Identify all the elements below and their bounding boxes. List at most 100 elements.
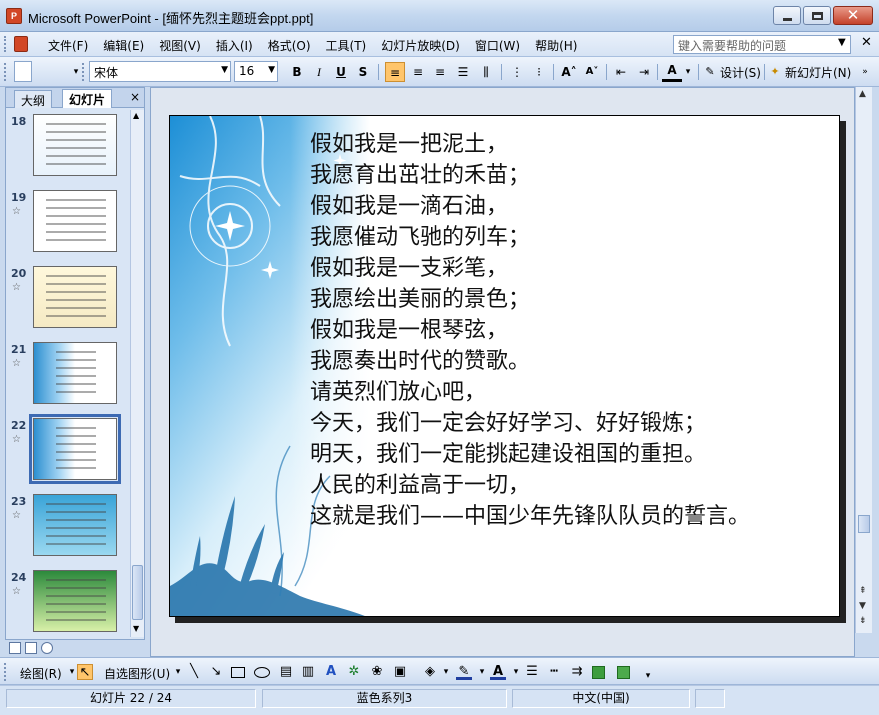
animation-star-icon[interactable]: ☆ — [12, 434, 21, 445]
oval-icon[interactable] — [254, 667, 270, 678]
design-button[interactable]: 设计(S) — [720, 64, 761, 81]
autoshapes-button[interactable]: 自选图形(U) — [104, 665, 170, 682]
increase-indent-icon[interactable]: ⇥ — [634, 62, 654, 82]
slide-text-box[interactable]: 假如我是一把泥土， 我愿育出茁壮的禾苗； 假如我是一滴石油， 我愿催动飞驰的列车； 假如… — [310, 129, 790, 532]
draw-menu-button[interactable]: 绘图(R) — [20, 665, 62, 682]
powerpoint-app-icon[interactable]: P — [6, 8, 22, 24]
normal-view-icon[interactable] — [9, 642, 21, 654]
decrease-font-size-icon[interactable]: A˅ — [582, 62, 602, 82]
font-color-dropdown-icon[interactable]: ▾ — [682, 62, 694, 82]
slide-thumbnail[interactable] — [33, 494, 117, 556]
scroll-down-icon[interactable]: ▼ — [859, 601, 866, 611]
toolbar-grip-handle-2[interactable] — [82, 63, 85, 81]
decrease-indent-icon[interactable]: ⇤ — [611, 62, 631, 82]
menu-item[interactable]: 格式(O) — [264, 37, 315, 54]
clipart-icon[interactable]: ❀ — [369, 664, 385, 680]
menu-item[interactable]: 窗口(W) — [471, 37, 524, 54]
justify-button[interactable]: ☰ — [453, 62, 473, 82]
menu-item[interactable]: 工具(T) — [322, 37, 371, 54]
slide-thumbnail-row[interactable]: 21 ☆ — [6, 340, 130, 412]
slide-thumbnail-row[interactable]: 24 ☆ — [6, 568, 130, 637]
help-dropdown-icon[interactable]: ▼ — [838, 37, 846, 48]
menu-item[interactable]: 文件(F) — [44, 37, 92, 54]
toolbar-grip-handle[interactable] — [4, 663, 7, 681]
animation-star-icon[interactable]: ☆ — [12, 586, 21, 597]
align-left-button[interactable]: ≡ — [385, 62, 405, 82]
next-slide-icon[interactable]: ⇟ — [859, 616, 867, 626]
line-color-icon[interactable]: ✎ — [456, 664, 472, 680]
scrollbar-thumb[interactable] — [858, 515, 870, 533]
slide-thumbnail[interactable] — [33, 570, 117, 632]
toolbar-overflow-icon[interactable]: » — [858, 62, 872, 82]
animation-star-icon[interactable]: ☆ — [12, 358, 21, 369]
slide-thumbnail[interactable] — [33, 114, 117, 176]
tab-slides[interactable]: 幻灯片 — [62, 89, 113, 108]
previous-slide-icon[interactable]: ⇞ — [859, 586, 867, 596]
thumbnail-scrollbar[interactable]: ▲ ▼ — [130, 110, 144, 637]
menu-item[interactable]: 视图(V) — [155, 37, 205, 54]
distributed-align-icon[interactable]: ⫼ — [476, 62, 496, 82]
font-size-select[interactable]: 16 ▼ — [234, 61, 278, 82]
line-icon[interactable]: ╲ — [186, 664, 202, 680]
wordart-icon[interactable]: A — [323, 664, 339, 680]
slide-scrollbar[interactable]: ▲ ▼ ⇞ ⇟ — [855, 87, 872, 633]
animation-star-icon[interactable]: ☆ — [12, 510, 21, 521]
dash-style-icon[interactable]: ┅ — [546, 664, 562, 680]
scrollbar-thumb[interactable] — [132, 565, 143, 620]
slide-thumbnail-row[interactable]: 19 ☆ — [6, 188, 130, 260]
minimize-button[interactable] — [773, 6, 801, 25]
menu-item[interactable]: 编辑(E) — [99, 37, 148, 54]
italic-button[interactable]: I — [309, 62, 329, 82]
rectangle-icon[interactable] — [231, 667, 245, 678]
help-search-input[interactable]: 键入需要帮助的问题 — [673, 35, 851, 54]
slide-thumbnail-row[interactable]: 20 ☆ — [6, 264, 130, 336]
new-slide-button[interactable]: 新幻灯片(N) — [785, 64, 851, 81]
font-color-icon[interactable]: A — [662, 62, 682, 82]
slide-thumbnail-row[interactable]: 18 — [6, 112, 130, 184]
animation-star-icon[interactable]: ☆ — [12, 206, 21, 217]
slide-thumbnail[interactable] — [33, 342, 117, 404]
maximize-button[interactable] — [803, 6, 831, 25]
bullets-icon[interactable]: ⁝ — [529, 62, 549, 82]
align-right-button[interactable]: ≡ — [430, 62, 450, 82]
document-close-icon[interactable]: ✕ — [861, 35, 872, 50]
line-style-icon[interactable]: ☰ — [524, 664, 540, 680]
shadow-button[interactable]: S — [353, 62, 373, 82]
slide-thumbnail-row[interactable]: 23 ☆ — [6, 492, 130, 564]
underline-button[interactable]: U — [331, 62, 351, 82]
tab-outline[interactable]: 大纲 — [14, 90, 53, 108]
textbox-icon[interactable]: ▤ — [278, 664, 294, 680]
slide-thumbnail[interactable] — [33, 266, 117, 328]
close-button[interactable]: ✕ — [833, 6, 873, 25]
document-icon[interactable] — [14, 36, 28, 52]
menu-grip-handle[interactable] — [4, 36, 7, 52]
arrow-icon[interactable]: ↘ — [208, 664, 224, 680]
scroll-down-icon[interactable]: ▼ — [133, 624, 139, 633]
shadow-style-icon[interactable] — [592, 666, 605, 679]
animation-star-icon[interactable]: ☆ — [12, 282, 21, 293]
slideshow-view-icon[interactable] — [41, 642, 53, 654]
3d-style-icon[interactable] — [617, 666, 630, 679]
pane-close-icon[interactable]: × — [130, 90, 140, 104]
vertical-textbox-icon[interactable]: ▥ — [300, 664, 316, 680]
new-document-icon[interactable] — [14, 61, 32, 82]
menu-item[interactable]: 幻灯片放映(D) — [377, 37, 464, 54]
scroll-up-icon[interactable]: ▲ — [133, 111, 139, 120]
toolbar-grip-handle[interactable] — [4, 63, 7, 81]
menu-item[interactable]: 插入(I) — [212, 37, 257, 54]
slide-thumbnail[interactable] — [29, 414, 121, 484]
numbering-icon[interactable]: ⋮ — [507, 62, 527, 82]
menu-item[interactable]: 帮助(H) — [531, 37, 581, 54]
picture-icon[interactable]: ▣ — [392, 664, 408, 680]
select-objects-icon[interactable]: ↖ — [77, 664, 93, 680]
arrow-style-icon[interactable]: ⇉ — [569, 664, 585, 680]
increase-font-size-icon[interactable]: A˄ — [559, 62, 579, 82]
bold-button[interactable]: B — [287, 62, 307, 82]
font-name-select[interactable]: 宋体 ▼ — [89, 61, 231, 82]
slide-thumbnail[interactable] — [33, 190, 117, 252]
diagram-icon[interactable]: ✲ — [346, 664, 362, 680]
slide-thumbnail-row[interactable]: 22 ☆ — [6, 414, 130, 488]
scroll-up-icon[interactable]: ▲ — [859, 89, 866, 99]
align-center-button[interactable]: ≡ — [408, 62, 428, 82]
current-slide[interactable]: 假如我是一把泥土， 我愿育出茁壮的禾苗； 假如我是一滴石油， 我愿催动飞驰的列车； 假如… — [169, 115, 840, 617]
